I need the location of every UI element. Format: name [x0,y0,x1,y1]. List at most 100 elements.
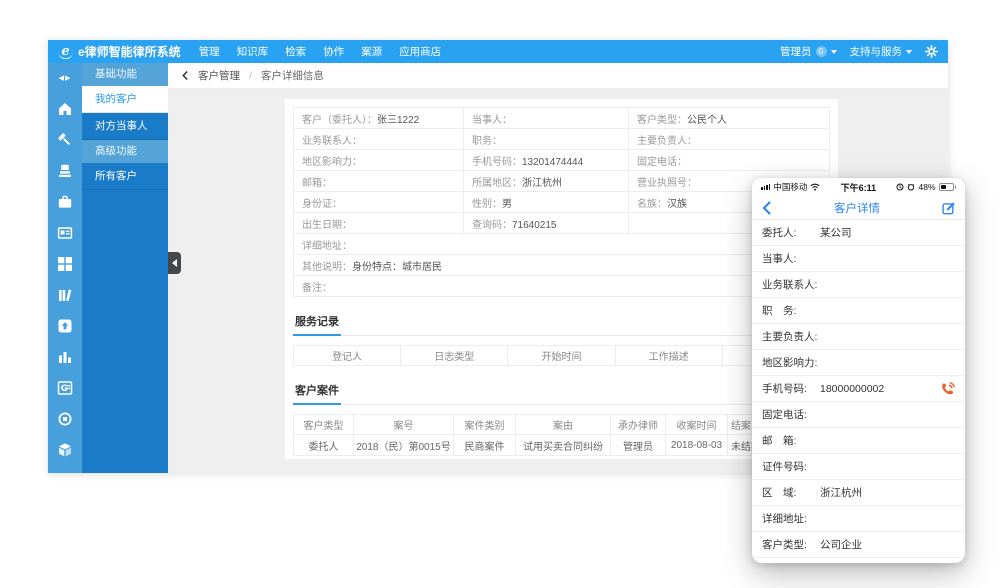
stamp-icon[interactable] [57,163,73,179]
nav-item-app-store[interactable]: 应用商店 [399,44,441,59]
user-menu[interactable]: 管理员 0 [780,44,837,59]
case-cell: 民商案件 [454,435,516,456]
sidebar-item-my-clients[interactable]: 我的客户 [82,86,168,113]
archive-upload-icon[interactable] [57,318,73,334]
library-icon[interactable] [57,287,73,303]
battery-icon [939,183,954,191]
service-records-table: 登记人 日志类型 开始时间 工作描述 公开状态 [293,345,830,366]
sidebar-item-all-clients[interactable]: 所有客户 [82,163,168,190]
nav-item-search[interactable]: 检索 [285,44,306,59]
nav-item-manage[interactable]: 管理 [199,44,220,59]
id-card-icon[interactable] [57,225,73,241]
form-cell: 地区影响力： [294,150,464,171]
form-cell: 邮箱： [294,171,464,192]
screenshot-stage: e e律师智能律所系统 管理 知识库 检索 协作 案源 应用商店 管理员 0 支… [0,0,1000,588]
column-header: 收案时间 [666,415,728,435]
phone-field-row: 委托人: 某公司 [752,220,965,246]
field-label: 区 域: [762,485,812,500]
section-title-service-records: 服务记录 [293,310,341,336]
field-label: 邮 箱: [762,433,812,448]
customer-detail-form: 客户（委托人）：张三1222 当事人： 客户类型：公民个人 业务联系人： 职务：… [293,107,830,297]
status-time: 下午6:11 [823,181,893,194]
gavel-icon[interactable] [57,132,73,148]
column-header: 案由 [516,415,611,435]
icon-rail: ◀▶ [48,63,82,473]
home-icon[interactable] [57,101,73,117]
breadcrumb-parent[interactable]: 客户管理 [198,68,240,83]
phone-status-bar: 中国移动 下午6:11 48% [752,178,965,196]
form-cell: 身份证： [294,192,464,213]
column-header: 开始时间 [508,346,615,366]
column-header: 案号 [354,415,454,435]
field-value: 浙江杭州 [820,485,862,500]
settings-button[interactable] [925,45,938,58]
signal-bars-icon [761,184,770,191]
nav-item-collaboration[interactable]: 协作 [323,44,344,59]
call-icon[interactable] [940,381,955,396]
phone-field-row: 固定电话: [752,402,965,428]
carrier-label: 中国移动 [773,181,807,193]
phone-field-row: 详细地址: [752,506,965,532]
field-label: 详细地址: [762,511,812,526]
breadcrumb: 客户管理 / 客户详细信息 [168,63,948,89]
customer-cases-table: 客户类型 案号 案件类别 案由 承办律师 收案时间 结案 委托人 2018（民）… [293,414,830,456]
app-title: e律师智能律所系统 [78,43,181,60]
support-menu[interactable]: 支持与服务 [850,44,913,59]
grid-icon[interactable] [57,256,73,272]
edit-icon[interactable] [942,201,956,215]
document-g-icon[interactable]: G [57,380,73,396]
breadcrumb-current: 客户详细信息 [261,68,324,83]
sidebar-menu: 基础功能 我的客户 对方当事人 高级功能 所有客户 [82,63,168,473]
collapse-left-icon [172,259,177,267]
orientation-lock-icon [896,183,904,191]
sidebar-collapse-handle[interactable] [168,252,181,274]
field-value: 公司企业 [820,537,862,552]
form-cell: 查询码：71640215 [464,213,629,234]
field-value: 18000000002 [820,383,884,395]
phone-field-row: 邮 箱: [752,428,965,454]
back-chevron-icon[interactable] [181,70,189,81]
phone-field-row: 主要负责人: [752,324,965,350]
sidebar-section-advanced: 高级功能 [82,140,168,163]
app-header: e e律师智能律所系统 管理 知识库 检索 协作 案源 应用商店 管理员 0 支… [48,40,948,63]
form-cell: 当事人： [464,108,629,129]
field-label: 业务联系人: [762,277,817,292]
form-cell: 职务： [464,129,629,150]
collapse-arrows-icon[interactable]: ◀▶ [57,70,73,86]
form-cell: 所属地区：浙江杭州 [464,171,629,192]
cube-icon[interactable] [57,442,73,458]
form-cell-address: 详细地址： [294,234,830,255]
field-label: 客户类型: [762,537,812,552]
field-label: 职 务: [762,303,812,318]
form-cell: 客户类型：公民个人 [629,108,830,129]
form-cell: 固定电话： [629,150,830,171]
phone-back-icon[interactable] [761,201,772,215]
phone-field-row-partial: 公司性质: 民营 [752,558,965,563]
briefcase-icon[interactable] [57,194,73,210]
field-label: 固定电话: [762,407,812,422]
wifi-icon [810,183,820,191]
column-header: 承办律师 [611,415,666,435]
phone-field-row: 当事人: [752,246,965,272]
field-label: 委托人: [762,225,812,240]
nav-item-knowledge-base[interactable]: 知识库 [237,44,269,59]
user-name: 管理员 [780,44,812,59]
breadcrumb-separator: / [249,70,252,82]
phone-field-row: 业务联系人: [752,272,965,298]
seal-icon[interactable] [57,411,73,427]
case-cell: 委托人 [294,435,354,456]
column-header: 登记人 [294,346,401,366]
service-records-section: 服务记录 [293,310,830,336]
table-row[interactable]: 委托人 2018（民）第0015号 民商案件 试用买卖合同纠纷 管理员 2018… [294,435,830,456]
alarm-icon [907,183,915,191]
nav-item-case-source[interactable]: 案源 [361,44,382,59]
field-label: 主要负责人: [762,329,817,344]
field-label: 地区影响力: [762,355,817,370]
phone-field-row: 证件号码: [752,454,965,480]
mobile-preview: 中国移动 下午6:11 48% 客户详情 [752,178,965,563]
form-cell: 客户（委托人）：张三1222 [294,108,464,129]
case-cell: 2018（民）第0015号 [354,435,454,456]
phone-field-row: 地区影响力: [752,350,965,376]
sidebar-item-opposing-party[interactable]: 对方当事人 [82,113,168,140]
bar-chart-icon[interactable] [57,349,73,365]
